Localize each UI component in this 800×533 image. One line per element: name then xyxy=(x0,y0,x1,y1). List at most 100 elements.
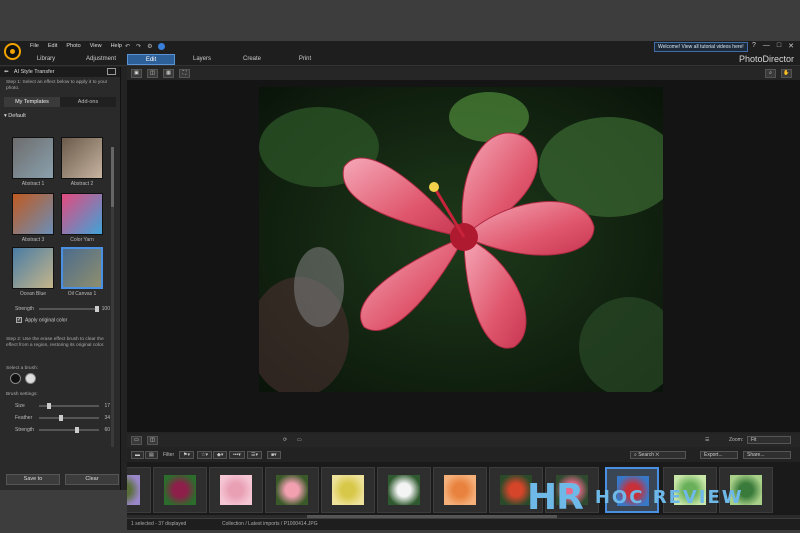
style-tile[interactable]: Color Yarn xyxy=(61,193,103,247)
list-view-icon[interactable]: ▬ xyxy=(131,451,144,459)
more-filter[interactable]: •••▾ xyxy=(229,451,245,459)
section-default[interactable]: ▾ Default xyxy=(0,109,120,123)
tag-filter[interactable]: ■▾ xyxy=(267,451,281,459)
style-tile[interactable]: Abstract 1 xyxy=(12,137,54,191)
brush-option[interactable] xyxy=(10,373,21,384)
settings-icon[interactable]: ⚙ xyxy=(147,43,152,50)
feather-slider[interactable]: Feather 34 xyxy=(15,415,110,421)
film-thumbnail[interactable] xyxy=(209,467,263,513)
style-tile[interactable]: Abstract 2 xyxy=(61,137,103,191)
display-icon[interactable]: ▭ xyxy=(297,437,302,443)
grid-view-icon[interactable]: ▦ xyxy=(163,69,174,78)
size-slider[interactable]: Size 17 xyxy=(15,403,110,409)
app-logo-icon[interactable] xyxy=(4,43,21,60)
menu-help[interactable]: Help xyxy=(111,43,122,49)
tab-library[interactable]: Library xyxy=(24,54,68,65)
tab-edit[interactable]: Edit xyxy=(127,54,175,65)
tab-adjustment[interactable]: Adjustment xyxy=(78,54,124,65)
slider-knob[interactable] xyxy=(47,403,51,409)
expand-icon[interactable] xyxy=(107,68,116,75)
slider-knob[interactable] xyxy=(95,306,99,312)
film-thumbnail[interactable] xyxy=(433,467,487,513)
update-icon[interactable] xyxy=(158,43,166,50)
slider-knob[interactable] xyxy=(75,427,79,433)
slider-label: Strength xyxy=(15,427,34,433)
compare-view-icon[interactable]: ◫ xyxy=(147,69,158,78)
sort-filter[interactable]: ☰▾ xyxy=(247,451,262,459)
checkbox-box[interactable]: ✓ xyxy=(16,317,22,323)
menu-edit[interactable]: Edit xyxy=(48,43,57,49)
fullscreen-icon[interactable]: ⛶ xyxy=(179,69,190,78)
film-thumbnail[interactable] xyxy=(153,467,207,513)
view-mode-icon[interactable]: ▭ xyxy=(131,436,142,445)
sort-icon[interactable]: ☰ xyxy=(705,437,709,443)
export-button[interactable]: Export... xyxy=(700,451,738,459)
path-status: Collection / Latest imports / P1000414.J… xyxy=(222,521,318,527)
template-tabs: My Templates Add-ons xyxy=(4,97,116,107)
status-bar: 1 selected - 37 displayed Collection / L… xyxy=(127,519,800,530)
style-thumbnail xyxy=(12,137,54,179)
redo-icon[interactable]: ↷ xyxy=(136,43,141,50)
panel-scrollbar[interactable] xyxy=(111,147,114,447)
slider-knob[interactable] xyxy=(59,415,63,421)
panel-header: ⬅ AI Style Transfer xyxy=(0,67,120,77)
quick-toolbar: ↶ ↷ ⚙ xyxy=(125,43,166,50)
strength-slider[interactable]: Strength 100 xyxy=(15,306,110,312)
strength-label: Strength xyxy=(15,306,34,312)
film-thumbnail[interactable] xyxy=(321,467,375,513)
menu-photo[interactable]: Photo xyxy=(66,43,80,49)
step2-text: Step 2: Use the erase effect brush to cl… xyxy=(6,337,105,348)
checkbox-label: Apply original color xyxy=(25,317,68,324)
style-label: Abstract 2 xyxy=(70,181,94,187)
minimize-icon[interactable]: — xyxy=(763,42,770,50)
selection-status: 1 selected - 37 displayed xyxy=(131,521,187,527)
filmstrip-toolbar: ▭ ◫ ⟳ ▭ ☰ Zoom: Fit xyxy=(127,434,800,447)
help-icon[interactable]: ? xyxy=(752,42,756,50)
share-button[interactable]: Share... xyxy=(743,451,791,459)
tab-my-templates[interactable]: My Templates xyxy=(4,97,60,107)
film-thumbnail[interactable] xyxy=(377,467,431,513)
grid-view-icon[interactable]: ▤ xyxy=(145,451,158,459)
style-thumbnail xyxy=(61,193,103,235)
rating-filter[interactable]: ☆▾ xyxy=(197,451,212,459)
tab-create[interactable]: Create xyxy=(230,54,274,65)
apply-original-checkbox[interactable]: ✓ Apply original color xyxy=(16,317,67,323)
save-to-button[interactable]: Save to xyxy=(6,474,60,485)
zoom-tool-icon[interactable]: ⌕ xyxy=(765,69,776,78)
flag-filter[interactable]: ⚑▾ xyxy=(179,451,194,459)
panel-title: AI Style Transfer xyxy=(13,69,55,75)
film-thumbnail[interactable] xyxy=(265,467,319,513)
close-icon[interactable]: ✕ xyxy=(788,42,794,50)
zoom-select[interactable]: Fit xyxy=(747,436,791,444)
slider-label: Size xyxy=(15,403,25,409)
zoom-label: Zoom: xyxy=(729,437,744,443)
panel-buttons: Save to Clear xyxy=(0,474,121,486)
watermark-text: HOC REVIEW xyxy=(594,486,744,508)
refresh-icon[interactable]: ⟳ xyxy=(283,437,287,443)
maximize-icon[interactable]: □ xyxy=(777,42,781,50)
style-label: Ocean Blue xyxy=(19,291,47,297)
brush-option[interactable] xyxy=(25,373,36,384)
film-thumbnail[interactable] xyxy=(127,467,151,513)
single-view-icon[interactable]: ▣ xyxy=(131,69,142,78)
style-tile[interactable]: Ocean Blue xyxy=(12,247,54,301)
tab-add-ons[interactable]: Add-ons xyxy=(60,97,116,107)
clear-button[interactable]: Clear xyxy=(65,474,119,485)
hand-tool-icon[interactable]: ✋ xyxy=(781,69,792,78)
tutorial-banner[interactable]: Welcome! View all tutorial videos here! xyxy=(654,42,748,52)
undo-icon[interactable]: ↶ xyxy=(125,43,130,50)
style-thumbnail xyxy=(12,193,54,235)
menu-view[interactable]: View xyxy=(90,43,102,49)
brush-strength-slider[interactable]: Strength 60 xyxy=(15,427,110,433)
mode-tabs: Library Adjustment Edit Layers Create Pr… xyxy=(0,53,800,66)
menu-file[interactable]: File xyxy=(30,43,39,49)
tab-layers[interactable]: Layers xyxy=(180,54,224,65)
view-mode-icon[interactable]: ◫ xyxy=(147,436,158,445)
tab-print[interactable]: Print xyxy=(283,54,327,65)
section-label: Default xyxy=(8,113,26,119)
style-tile-selected[interactable]: Oil Canvas 1 xyxy=(61,247,103,301)
style-tile[interactable]: Abstract 3 xyxy=(12,193,54,247)
search-input[interactable]: ⌕ Search ✕ xyxy=(630,451,686,459)
back-arrow-icon[interactable]: ⬅ xyxy=(4,69,9,75)
label-filter[interactable]: ◆▾ xyxy=(213,451,228,459)
